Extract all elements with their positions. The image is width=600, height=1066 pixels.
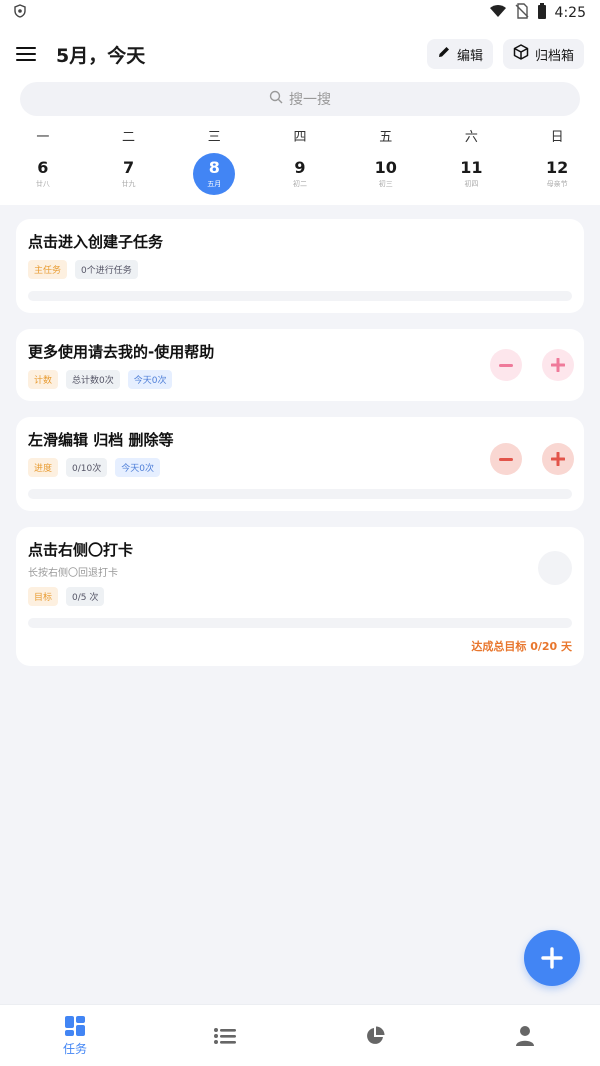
weekday-label: 二 [122,130,136,145]
task-list: 点击进入创建子任务 主任务 0个进行任务 更多使用请去我的-使用帮助 计数 总计… [0,205,600,666]
task-tag: 0/10次 [66,458,108,477]
task-card[interactable]: 更多使用请去我的-使用帮助 计数 总计数0次 今天0次 [16,329,584,401]
check-in-button[interactable] [538,551,572,585]
no-sim-icon [515,3,529,23]
minus-icon [499,457,513,461]
progress-bar [28,618,572,628]
page-title: 5月，今天 [56,44,146,67]
date-number: 8 [208,158,220,177]
date-number: 10 [374,158,397,177]
shield-icon [14,4,26,22]
nav-item-stats[interactable] [300,1005,450,1066]
task-tag: 今天0次 [115,458,160,477]
weekday-row: 一 二 三 四 五 六 日 [0,126,600,145]
increment-button[interactable] [542,349,574,381]
nav-item-list[interactable] [150,1005,300,1066]
date-number: 7 [122,158,135,177]
decrement-button[interactable] [490,349,522,381]
task-tag: 总计数0次 [66,370,120,389]
lunar-date: 五月 [207,180,222,188]
list-icon [214,1027,236,1044]
date-cell-selected[interactable]: 8 五月 [171,153,257,195]
weekday-label: 一 [36,130,50,145]
user-icon [516,1025,534,1046]
task-tags: 主任务 0个进行任务 [28,260,572,279]
task-card[interactable]: 左滑编辑 归档 删除等 进度 0/10次 今天0次 [16,417,584,511]
top-area: 4:25 5月，今天 编辑 归档箱 搜一搜 一 二 三 四 五 六 日 6 廿八… [0,0,600,205]
date-cell[interactable]: 9 初二 [257,153,343,195]
archive-button[interactable]: 归档箱 [502,39,584,69]
task-tag: 进度 [28,458,59,477]
plus-icon [541,947,563,969]
date-number: 6 [37,158,49,177]
status-right: 4:25 [489,3,586,23]
progress-bar [28,291,572,301]
progress-bar [28,489,572,499]
increment-button[interactable] [542,443,574,475]
status-bar: 4:25 [0,0,600,26]
nav-item-tasks[interactable]: 任务 [0,1005,150,1066]
weekday-label: 四 [293,130,307,145]
add-task-button[interactable] [524,930,580,986]
date-cell[interactable]: 11 初四 [429,153,515,195]
wifi-icon [489,4,507,22]
task-card[interactable]: 点击右侧〇打卡 长按右侧〇回退打卡 目标 0/5 次 达成总目标 0/20 天 [16,527,584,666]
pencil-icon [437,45,451,63]
weekday-label: 三 [207,130,221,145]
task-tag: 0/5 次 [66,587,105,606]
battery-icon [537,3,547,23]
lunar-date: 初三 [378,180,393,188]
plus-icon [551,452,565,466]
date-row: 6 廿八 7 廿九 8 五月 9 初二 10 初三 11 初四 12 母亲节 [0,153,600,195]
minus-icon [499,363,513,367]
task-tag: 0个进行任务 [75,260,138,279]
box-icon [513,44,529,64]
decrement-button[interactable] [490,443,522,475]
archive-button-label: 归档箱 [534,48,574,64]
task-tag: 主任务 [28,260,68,279]
progress-stepper [490,443,574,475]
edit-button[interactable]: 编辑 [426,39,493,69]
pie-chart-icon [367,1026,385,1044]
counter-stepper [490,349,574,381]
date-cell[interactable]: 6 廿八 [0,153,86,195]
edit-button-label: 编辑 [456,48,483,64]
lunar-date: 初四 [464,180,479,188]
date-cell[interactable]: 10 初三 [343,153,429,195]
weekday-label: 五 [379,130,393,145]
date-number: 9 [294,158,306,177]
date-number: 12 [546,158,569,177]
date-cell[interactable]: 12 母亲节 [514,153,600,195]
goal-text: 达成总目标 0/20 天 [471,640,572,653]
bottom-nav: 任务 [0,1004,600,1066]
search-input[interactable]: 搜一搜 [20,82,580,116]
weekday-label: 六 [464,130,478,145]
search-placeholder: 搜一搜 [289,92,331,108]
weekday-label: 日 [550,130,564,145]
task-tag: 计数 [28,370,59,389]
task-subtitle: 长按右侧〇回退打卡 [28,568,118,579]
lunar-date: 廿八 [35,180,50,188]
task-title: 点击进入创建子任务 [28,233,164,251]
nav-label-tasks: 任务 [62,1041,87,1056]
date-cell[interactable]: 7 廿九 [86,153,172,195]
task-card[interactable]: 点击进入创建子任务 主任务 0个进行任务 [16,219,584,313]
lunar-date: 母亲节 [546,180,568,188]
header: 5月，今天 编辑 归档箱 [0,26,600,82]
nav-item-profile[interactable] [450,1005,600,1066]
dashboard-icon [65,1015,85,1036]
status-time: 4:25 [554,5,586,21]
task-title: 点击右侧〇打卡 [28,541,134,559]
task-tag: 今天0次 [127,370,173,389]
task-tags: 目标 0/5 次 [28,587,572,606]
search-icon [269,90,283,108]
date-number: 11 [460,158,483,177]
menu-icon[interactable] [16,40,44,68]
lunar-date: 廿九 [121,180,136,188]
lunar-date: 初二 [293,180,307,188]
plus-icon [551,358,565,372]
task-tag: 目标 [28,587,59,606]
